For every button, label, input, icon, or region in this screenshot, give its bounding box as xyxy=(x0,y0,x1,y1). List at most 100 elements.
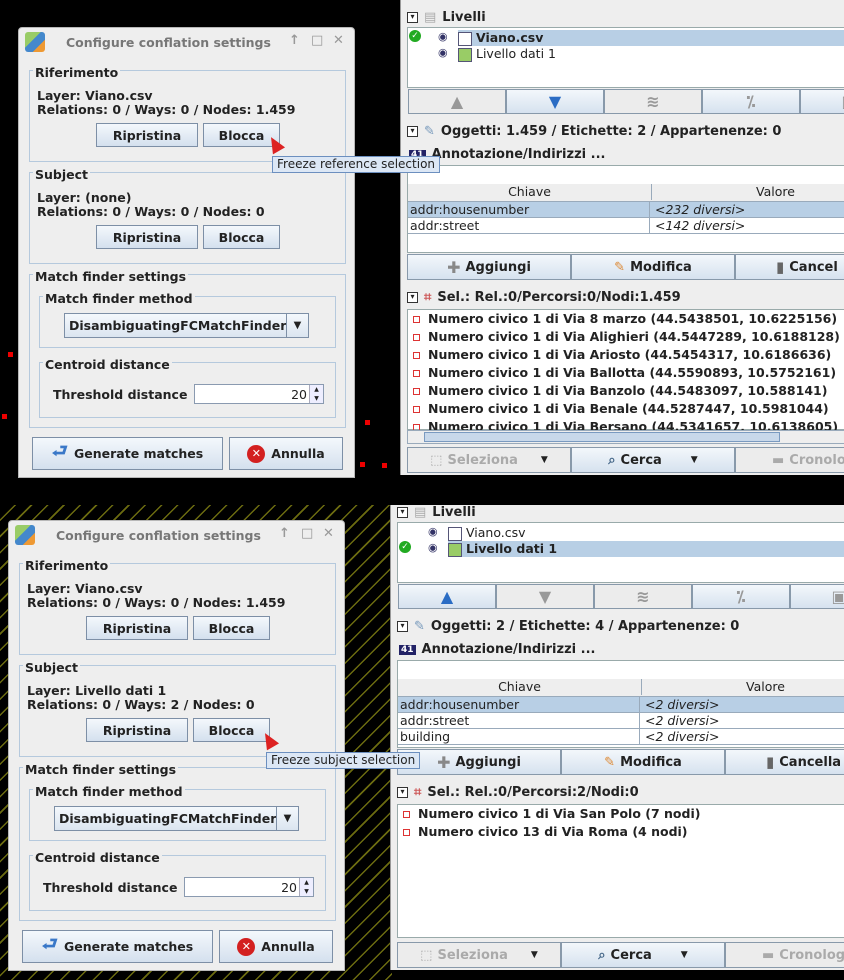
delete-tag-button[interactable]: ▮ Cancel xyxy=(735,254,844,280)
chevron-down-icon[interactable]: ▼ xyxy=(531,950,538,960)
layer-toolbar-button[interactable]: ▲ xyxy=(398,584,496,609)
collapse-icon[interactable]: ▾ xyxy=(397,507,408,518)
layer-item[interactable]: Viano.csv xyxy=(458,30,844,46)
layer-toolbar-button[interactable]: ≋ xyxy=(594,584,692,609)
generate-matches-button[interactable]: ⮐ Generate matches xyxy=(22,930,213,963)
search-button[interactable]: ⌕ Cerca ▼ xyxy=(561,942,725,968)
select-button[interactable]: ⬚ Seleziona ▼ xyxy=(407,447,571,473)
layer-name: Livello dati 1 xyxy=(475,46,556,61)
shade-button[interactable]: ↑ xyxy=(279,526,290,541)
column-key[interactable]: Chiave xyxy=(398,679,642,695)
layer-toolbar-button[interactable]: ⁒ xyxy=(692,584,790,609)
add-tag-button[interactable]: ✚ Aggiungi xyxy=(407,254,571,280)
selection-item[interactable]: Numero civico 1 di Via Alighieri (44.544… xyxy=(409,329,840,345)
selection-item[interactable]: Numero civico 1 di Via San Polo (7 nodi) xyxy=(399,806,700,822)
subject-stats: Relations: 0 / Ways: 2 / Nodes: 0 xyxy=(27,697,255,712)
maximize-button[interactable]: □ xyxy=(311,33,323,48)
cancel-button[interactable]: ✕ Annulla xyxy=(229,437,343,470)
visibility-eye-icon[interactable]: ◉ xyxy=(428,525,438,538)
layers-header[interactable]: ▾ ▤ Livelli xyxy=(407,8,486,27)
match-method-select[interactable]: DisambiguatingFCMatchFinder ▼ xyxy=(54,806,299,831)
generate-matches-button[interactable]: ⮐ Generate matches xyxy=(32,437,223,470)
layers-header[interactable]: ▾ ▤ Livelli xyxy=(397,505,476,522)
collapse-icon[interactable]: ▾ xyxy=(407,292,418,303)
layer-toolbar-button[interactable]: ▣ xyxy=(800,89,844,114)
visibility-eye-icon[interactable]: ◉ xyxy=(428,541,438,554)
reference-freeze-button[interactable]: Blocca xyxy=(193,616,270,640)
spinner-arrows[interactable]: ▲ ▼ xyxy=(299,878,313,896)
chevron-down-icon[interactable]: ▼ xyxy=(691,455,698,465)
dialog-title-bar[interactable]: Configure conflation settings ↑ □ ✕ xyxy=(9,521,344,549)
layer-toolbar-button[interactable]: ▼ xyxy=(506,89,604,114)
collapse-icon[interactable]: ▾ xyxy=(397,621,408,632)
tag-row[interactable]: addr:street <2 diversi> xyxy=(398,713,844,729)
tags-header[interactable]: ▾ ✎ Oggetti: 1.459 / Etichette: 2 / Appart… xyxy=(407,122,781,141)
tag-row[interactable]: addr:street <142 diversi> xyxy=(408,218,844,234)
cancel-button[interactable]: ✕ Annulla xyxy=(219,930,333,963)
layer-item[interactable]: Viano.csv xyxy=(448,525,844,541)
delete-tag-button[interactable]: ▮ Cancella xyxy=(725,749,844,775)
subject-restore-button[interactable]: Ripristina xyxy=(86,718,188,742)
column-value[interactable]: Valore xyxy=(643,679,844,695)
layer-item[interactable]: Livello dati 1 xyxy=(448,541,844,557)
tags-header[interactable]: ▾ ✎ Oggetti: 2 / Etichette: 4 / Appartenen… xyxy=(397,617,739,636)
selection-item[interactable]: Numero civico 13 di Via Roma (4 nodi) xyxy=(399,824,688,840)
match-method-select[interactable]: DisambiguatingFCMatchFinder ▼ xyxy=(64,313,309,338)
reference-restore-button[interactable]: Ripristina xyxy=(96,123,198,147)
selection-item[interactable]: Numero civico 1 di Via Benale (44.528744… xyxy=(409,401,829,417)
collapse-icon[interactable]: ▾ xyxy=(407,12,418,23)
layer-toolbar-button[interactable]: ▣ xyxy=(790,584,844,609)
select-button[interactable]: ⬚ Seleziona ▼ xyxy=(397,942,561,968)
match-finder-settings-label: Match finder settings xyxy=(33,269,189,284)
selection-item[interactable]: Numero civico 1 di Via Ariosto (44.54543… xyxy=(409,347,831,363)
tag-row[interactable]: building <2 diversi> xyxy=(398,729,844,745)
selection-item[interactable]: Numero civico 1 di Via Banzolo (44.54830… xyxy=(409,383,827,399)
subject-freeze-button[interactable]: Blocca xyxy=(203,225,280,249)
chevron-down-icon[interactable]: ▼ xyxy=(681,950,688,960)
edit-tag-button[interactable]: ✎ Modifica xyxy=(571,254,735,280)
tag-row[interactable]: addr:housenumber <2 diversi> xyxy=(398,697,844,713)
close-button[interactable]: ✕ xyxy=(323,526,334,541)
active-check-icon[interactable]: ✓ xyxy=(409,30,421,42)
chevron-down-icon[interactable]: ▼ xyxy=(541,455,548,465)
layer-toolbar-button[interactable]: ▲ xyxy=(408,89,506,114)
active-check-icon[interactable]: ✓ xyxy=(399,541,411,553)
scrollbar-thumb[interactable] xyxy=(424,432,780,442)
horizontal-scrollbar[interactable] xyxy=(407,430,844,444)
column-value[interactable]: Valore xyxy=(653,184,844,200)
shade-button[interactable]: ↑ xyxy=(289,33,300,48)
layer-toolbar-button[interactable]: ▼ xyxy=(496,584,594,609)
column-key[interactable]: Chiave xyxy=(408,184,652,200)
add-tag-button[interactable]: ✚ Aggiungi xyxy=(397,749,561,775)
threshold-spinner[interactable]: 20 ▲ ▼ xyxy=(194,384,324,404)
visibility-eye-icon[interactable]: ◉ xyxy=(438,46,448,59)
selection-header[interactable]: ▾ ⌗ Sel.: Rel.:0/Percorsi:2/Nodi:0 xyxy=(397,783,639,802)
layer-item[interactable]: Livello dati 1 xyxy=(458,46,844,62)
preset-label: Annotazione/Indirizzi ... xyxy=(431,147,606,162)
selection-label: Numero civico 1 di Via Banzolo (44.54830… xyxy=(428,383,828,398)
selection-label: Numero civico 1 di Via Alighieri (44.544… xyxy=(428,329,840,344)
preset-link[interactable]: 41 Annotazione/Indirizzi ... xyxy=(399,640,595,659)
dialog-title-bar[interactable]: Configure conflation settings ↑ □ ✕ xyxy=(19,28,354,56)
edit-tag-button[interactable]: ✎ Modifica xyxy=(561,749,725,775)
history-button[interactable]: ▬ Cronolo xyxy=(735,447,844,473)
layer-toolbar-button[interactable]: ≋ xyxy=(604,89,702,114)
tag-row[interactable]: addr:housenumber <232 diversi> xyxy=(408,202,844,218)
history-button[interactable]: ▬ Cronolog xyxy=(725,942,844,968)
threshold-spinner[interactable]: 20 ▲ ▼ xyxy=(184,877,314,897)
visibility-eye-icon[interactable]: ◉ xyxy=(438,30,448,43)
search-button[interactable]: ⌕ Cerca ▼ xyxy=(571,447,735,473)
selection-item[interactable]: Numero civico 1 di Via 8 marzo (44.54385… xyxy=(409,311,837,327)
layer-toolbar-button[interactable]: ⁒ xyxy=(702,89,800,114)
collapse-icon[interactable]: ▾ xyxy=(397,787,408,798)
reference-restore-button[interactable]: Ripristina xyxy=(86,616,188,640)
match-method-label: Match finder method xyxy=(43,291,195,306)
subject-freeze-button[interactable]: Blocca xyxy=(193,718,270,742)
collapse-icon[interactable]: ▾ xyxy=(407,126,418,137)
maximize-button[interactable]: □ xyxy=(301,526,313,541)
spinner-arrows[interactable]: ▲ ▼ xyxy=(309,385,323,403)
subject-restore-button[interactable]: Ripristina xyxy=(96,225,198,249)
close-button[interactable]: ✕ xyxy=(333,33,344,48)
selection-header[interactable]: ▾ ⌗ Sel.: Rel.:0/Percorsi:0/Nodi:1.459 xyxy=(407,288,681,307)
selection-item[interactable]: Numero civico 1 di Via Ballotta (44.5590… xyxy=(409,365,836,381)
